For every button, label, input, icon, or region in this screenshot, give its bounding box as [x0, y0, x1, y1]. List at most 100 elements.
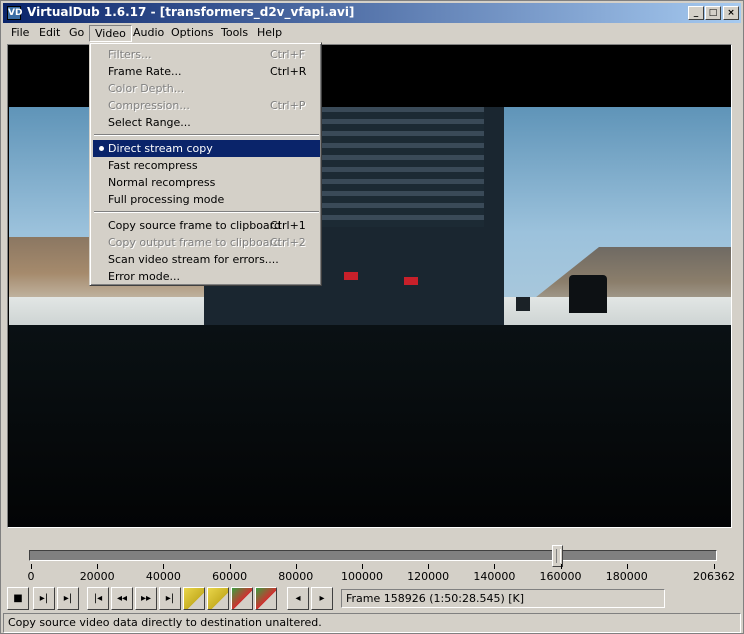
app-icon[interactable]: VD [7, 6, 22, 20]
timeline-tick [494, 564, 496, 569]
menu-tools[interactable]: Tools [216, 25, 253, 42]
step-forward-icon: ▸▸ [140, 593, 152, 604]
menu-item-label: Color Depth... [108, 82, 185, 95]
status-bar: Copy source video data directly to desti… [3, 613, 741, 633]
menu-item-select-range[interactable]: Select Range... [93, 114, 320, 131]
truck-tail-light [344, 272, 358, 280]
menu-help[interactable]: Help [252, 25, 287, 42]
timeline-tick-label: 140000 [473, 570, 516, 583]
menu-item-full-processing-mode[interactable]: Full processing mode [93, 191, 320, 208]
timeline-tick [626, 564, 628, 569]
timeline-tick-label: 180000 [605, 570, 648, 583]
menu-item-label: Copy source frame to clipboard [108, 219, 281, 232]
go-start-button[interactable]: |◂ [87, 587, 109, 610]
menu-item-filters[interactable]: Filters... Ctrl+F [93, 46, 320, 63]
menu-go[interactable]: Go [64, 25, 89, 42]
scene-shadow [9, 325, 731, 527]
step-forward-button[interactable]: ▸▸ [135, 587, 157, 610]
timeline-tick [714, 564, 715, 569]
menu-item-shortcut: Ctrl+F [270, 48, 306, 61]
menu-item-label: Direct stream copy [108, 142, 213, 155]
menu-item-label: Full processing mode [108, 193, 225, 206]
timeline-tick [428, 564, 430, 569]
menu-item-fast-recompress[interactable]: Fast recompress [93, 157, 320, 174]
video-menu-dropdown: Filters... Ctrl+F Frame Rate... Ctrl+R Color… [89, 42, 322, 286]
menu-item-normal-recompress[interactable]: Normal recompress [93, 174, 320, 191]
scene-car [569, 275, 607, 313]
next-keyframe-button[interactable] [207, 587, 229, 610]
menu-item-label: Copy output frame to clipboard [108, 236, 281, 249]
menu-bar: File Edit Go Video Audio Options Tools H… [3, 23, 741, 43]
menu-item-shortcut: Ctrl+1 [270, 219, 306, 232]
timeline-tick [163, 564, 165, 569]
timeline-tick-label: 0 [27, 570, 35, 583]
title-bar[interactable]: VD VirtualDub 1.6.17 - [transformers_d2v… [3, 3, 741, 23]
window-title: VirtualDub 1.6.17 - [transformers_d2v_vf… [27, 5, 355, 19]
go-end-button[interactable]: ▸| [159, 587, 181, 610]
timeline-tick-label: 120000 [407, 570, 450, 583]
minimize-button[interactable]: _ [688, 6, 704, 20]
mark-out-button[interactable]: ▸ [311, 587, 333, 610]
frame-status: Frame 158926 (1:50:28.545) [K] [341, 589, 665, 608]
step-back-button[interactable]: ◂◂ [111, 587, 133, 610]
menu-item-frame-rate[interactable]: Frame Rate... Ctrl+R [93, 63, 320, 80]
mark-in-button[interactable]: ◂ [287, 587, 309, 610]
main-window: VD VirtualDub 1.6.17 - [transformers_d2v… [0, 0, 744, 634]
scene-distant-car [516, 297, 530, 311]
menu-item-copy-output-frame[interactable]: Copy output frame to clipboard Ctrl+2 [93, 234, 320, 251]
timeline-tick-label: 160000 [539, 570, 582, 583]
menu-separator [94, 211, 319, 213]
menu-item-shortcut: Ctrl+P [270, 99, 306, 112]
menu-item-label: Error mode... [108, 270, 180, 283]
play-output-icon: ▸| [63, 593, 73, 604]
menu-item-scan-video-stream[interactable]: Scan video stream for errors.... [93, 251, 320, 268]
timeline-tick-label: 20000 [79, 570, 115, 583]
timeline-tick-label: 60000 [212, 570, 248, 583]
seek-track[interactable] [29, 550, 717, 561]
timeline-tick [229, 564, 231, 569]
scene-back-button[interactable] [231, 587, 253, 610]
menu-item-shortcut: Ctrl+R [270, 65, 307, 78]
prev-keyframe-button[interactable] [183, 587, 205, 610]
menu-item-color-depth[interactable]: Color Depth... [93, 80, 320, 97]
menu-item-error-mode[interactable]: Error mode... [93, 268, 320, 285]
stop-button[interactable]: ■ [7, 587, 29, 610]
menu-item-shortcut: Ctrl+2 [270, 236, 306, 249]
scene-forward-button[interactable] [255, 587, 277, 610]
timeline-tick-label: 206362 [693, 570, 735, 583]
menu-item-label: Compression... [108, 99, 190, 112]
timeline-tick [31, 564, 32, 569]
timeline-tick [97, 564, 99, 569]
timeline-tick [295, 564, 297, 569]
menu-item-label: Fast recompress [108, 159, 198, 172]
menu-options[interactable]: Options [166, 25, 218, 42]
menu-file[interactable]: File [6, 25, 34, 42]
close-button[interactable]: × [723, 6, 739, 20]
timeline-tick-label: 40000 [145, 570, 181, 583]
step-back-icon: ◂◂ [116, 593, 128, 604]
menu-separator [94, 134, 319, 136]
menu-item-copy-source-frame[interactable]: Copy source frame to clipboard Ctrl+1 [93, 217, 320, 234]
play-output-button[interactable]: ▸| [57, 587, 79, 610]
menu-item-compression[interactable]: Compression... Ctrl+P [93, 97, 320, 114]
mark-in-icon: ◂ [295, 593, 301, 604]
menu-item-direct-stream-copy[interactable]: Direct stream copy [93, 140, 320, 157]
menu-item-label: Select Range... [108, 116, 191, 129]
mark-out-icon: ▸ [319, 593, 325, 604]
truck-tail-light [404, 277, 418, 285]
menu-edit[interactable]: Edit [34, 25, 65, 42]
menu-item-label: Frame Rate... [108, 65, 182, 78]
radio-bullet-icon [99, 146, 104, 151]
go-end-icon: ▸| [165, 593, 175, 604]
timeline-tick [361, 564, 363, 569]
stop-icon: ■ [13, 593, 23, 604]
menu-item-label: Filters... [108, 48, 152, 61]
menu-audio[interactable]: Audio [128, 25, 169, 42]
playback-toolbar: ■ ▸| ▸| |◂ ◂◂ ▸▸ ▸| ◂ ▸ Frame 158926 (1:… [5, 587, 744, 612]
timeline-tick-label: 100000 [340, 570, 383, 583]
maximize-button[interactable]: □ [705, 6, 721, 20]
timeline-tick-label: 80000 [278, 570, 314, 583]
play-input-button[interactable]: ▸| [33, 587, 55, 610]
menu-video[interactable]: Video [89, 25, 132, 42]
menu-item-label: Normal recompress [108, 176, 216, 189]
